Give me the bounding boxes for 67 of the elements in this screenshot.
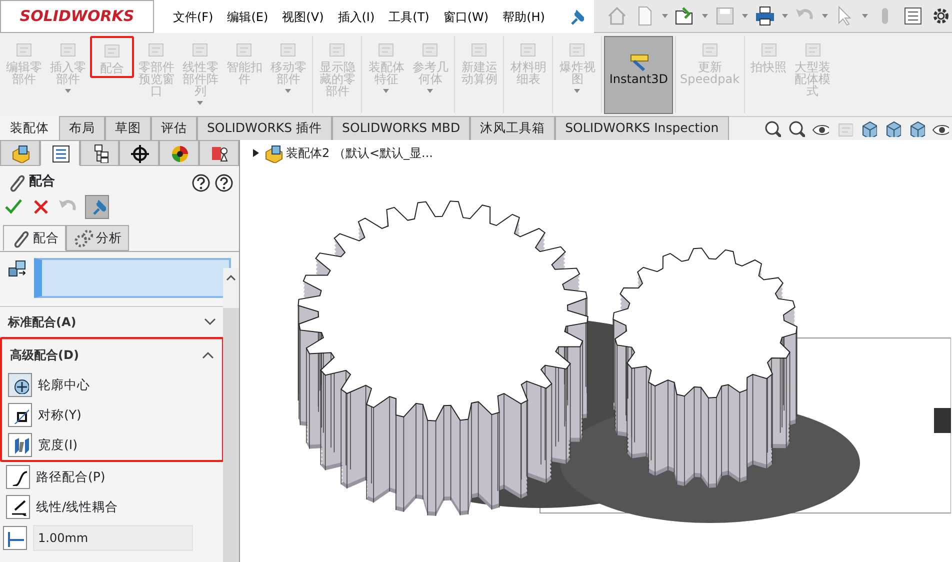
feature-tree-tab[interactable] — [0, 140, 40, 166]
selection-list-box[interactable] — [34, 258, 231, 298]
ribbon-button[interactable]: Instant3D — [604, 36, 674, 114]
zoom-to-fit-icon[interactable] — [763, 119, 781, 137]
ribbon-tab[interactable]: 布局 — [59, 116, 105, 140]
caret-icon[interactable] — [862, 14, 868, 18]
panel-title: 配合 — [29, 173, 55, 192]
property-manager-tab[interactable] — [40, 140, 80, 166]
distance-input[interactable]: 1.00mm — [33, 525, 193, 551]
help-icon[interactable] — [213, 172, 233, 192]
distance-icon — [6, 529, 24, 547]
panel-tab[interactable]: 分析 — [66, 225, 129, 251]
panel-tab[interactable]: 配合 — [3, 225, 66, 251]
caret-icon[interactable] — [662, 14, 668, 18]
dimxpert-tab-icon — [129, 143, 150, 163]
section-header[interactable]: 高级配合(D) — [10, 346, 79, 364]
menu-item[interactable]: 文件(F) — [166, 8, 220, 26]
caret-icon[interactable] — [702, 14, 708, 18]
mate-label: 轮廓中心 — [38, 376, 90, 394]
assembly-name[interactable]: 装配体2 （默认<默认_显... — [286, 144, 433, 162]
ribbon-tab[interactable]: 草图 — [105, 116, 151, 140]
dimxpert-tab[interactable] — [119, 140, 160, 166]
tab-icon — [73, 228, 93, 248]
pin-button[interactable] — [85, 195, 109, 219]
save-icon[interactable] — [714, 5, 736, 27]
mate-label: 线性/线性耦合 — [36, 498, 118, 516]
chevron-icon[interactable] — [202, 351, 214, 359]
mate-label: 路径配合(P) — [36, 468, 106, 486]
property-manager-tab-icon — [50, 143, 70, 163]
ribbon-tab[interactable]: SOLIDWORKS Inspection — [555, 116, 729, 140]
menu-item[interactable]: 插入(I) — [330, 8, 382, 26]
configuration-tab[interactable] — [80, 140, 120, 166]
chevron-icon[interactable] — [204, 318, 216, 326]
ribbon-tab[interactable]: 装配体 — [0, 116, 59, 140]
mate-option[interactable]: 线性/线性耦合 — [0, 492, 224, 522]
caret-icon[interactable] — [782, 14, 788, 18]
mate-type-icon — [9, 498, 27, 516]
whats-new-help-icon[interactable] — [190, 172, 210, 192]
mate-label: 宽度(I) — [38, 436, 78, 454]
appearance-tab[interactable] — [199, 140, 239, 166]
zoom-area-icon[interactable] — [787, 119, 805, 137]
mate-option[interactable]: 宽度(I) — [2, 430, 222, 460]
mate-option[interactable]: 路径配合(P) — [0, 462, 224, 492]
display-tab[interactable] — [159, 140, 200, 166]
display-tab-icon — [169, 143, 190, 163]
ribbon-tab[interactable]: SOLIDWORKS MBD — [332, 116, 470, 140]
scrollbar[interactable] — [223, 268, 239, 562]
assembly-icon — [263, 143, 283, 163]
menu-item[interactable]: 帮助(H) — [496, 8, 552, 26]
section-header[interactable]: 标准配合(A) — [8, 313, 76, 331]
ribbon-tab[interactable]: 沐风工具箱 — [470, 116, 556, 140]
app-logo: SOLIDWORKS — [0, 0, 154, 33]
feature-tree-tab-icon — [10, 143, 30, 163]
print-icon[interactable] — [754, 5, 776, 27]
list-icon[interactable] — [902, 5, 924, 27]
menu-item[interactable]: 窗口(W) — [436, 8, 496, 26]
caret-icon[interactable] — [742, 14, 748, 18]
mate-option[interactable]: 轮廓中心 — [2, 370, 222, 400]
ribbon-tab[interactable]: SOLIDWORKS 插件 — [197, 116, 332, 140]
ribbon-tab[interactable]: 评估 — [151, 116, 197, 140]
caret-icon[interactable] — [822, 14, 828, 18]
menu-item[interactable]: 工具(T) — [382, 8, 436, 26]
menu-item[interactable]: 编辑(E) — [220, 8, 276, 26]
mate-option[interactable]: 对称(Y) — [2, 400, 222, 430]
expand-arrow-icon[interactable] — [252, 148, 260, 158]
menu-item[interactable]: 视图(V) — [275, 8, 331, 26]
mate-label: 对称(Y) — [38, 406, 82, 424]
